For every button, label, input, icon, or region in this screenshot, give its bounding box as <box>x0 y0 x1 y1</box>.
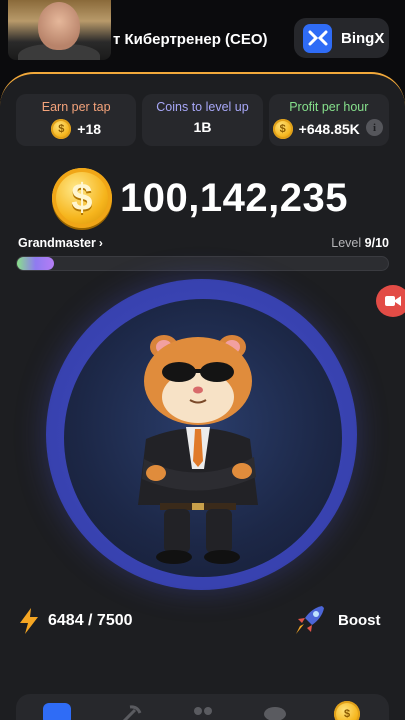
coin-icon: $ <box>52 168 112 228</box>
user-name: т Кибертренер (CEO) <box>113 31 268 48</box>
coin-icon: $ <box>51 119 72 139</box>
tap-coin-button[interactable] <box>46 279 357 590</box>
nav-earn-icon[interactable] <box>260 702 290 720</box>
level-progress-bar <box>16 256 389 271</box>
exchange-button[interactable]: BingX <box>294 18 389 58</box>
rocket-icon <box>296 606 324 634</box>
balance-display: $ 100,142,235 <box>52 168 348 228</box>
nav-exchange-icon[interactable] <box>42 702 72 720</box>
boost-label: Boost <box>338 611 381 629</box>
stat-value: 1B <box>193 119 212 135</box>
chevron-right-icon: › <box>98 236 103 250</box>
coin-icon: $ <box>272 119 293 139</box>
bottom-nav: $ <box>16 694 389 720</box>
stat-label: Coins to level up <box>156 100 249 114</box>
nav-friends-icon[interactable] <box>188 702 218 720</box>
stat-value: +18 <box>77 121 102 137</box>
level-progress-fill <box>17 257 55 270</box>
bingx-logo-icon <box>303 23 332 53</box>
nav-mine-icon[interactable] <box>116 702 146 720</box>
exchange-label: BingX <box>341 29 385 47</box>
level-value: 9/10 <box>364 236 389 250</box>
stat-label: Profit per hour <box>289 100 369 114</box>
nav-airdrop-coin-icon[interactable]: $ <box>332 701 362 720</box>
stat-label: Earn per tap <box>41 100 111 114</box>
rank-name: Grandmaster <box>18 236 96 250</box>
energy-indicator: 6484 / 7500 <box>18 608 133 634</box>
stat-earn-per-tap: Earn per tap $ +18 <box>16 94 137 146</box>
presenter-video-thumbnail <box>8 0 111 60</box>
energy-value: 6484 / 7500 <box>48 612 133 629</box>
video-record-icon[interactable] <box>376 285 405 317</box>
rank-link[interactable]: Grandmaster › <box>18 236 103 250</box>
balance-value: 100,142,235 <box>120 175 348 220</box>
info-icon[interactable]: i <box>365 119 383 136</box>
level-prefix: Level <box>331 236 362 250</box>
rank-row: Grandmaster › Level 9/10 <box>18 236 389 252</box>
lightning-icon <box>20 608 38 634</box>
stat-profit-per-hour: Profit per hour $ +648.85K i <box>268 94 389 146</box>
boost-button[interactable]: Boost <box>292 604 381 636</box>
stat-value: +648.85K <box>298 121 360 137</box>
level-indicator: Level 9/10 <box>331 236 389 250</box>
stats-row: Earn per tap $ +18 Coins to level up 1B … <box>16 94 389 146</box>
hamster-character <box>64 299 342 577</box>
stat-coins-to-level-up: Coins to level up 1B <box>142 94 263 146</box>
top-header: т Кибертренер (CEO) BingX <box>0 0 405 76</box>
